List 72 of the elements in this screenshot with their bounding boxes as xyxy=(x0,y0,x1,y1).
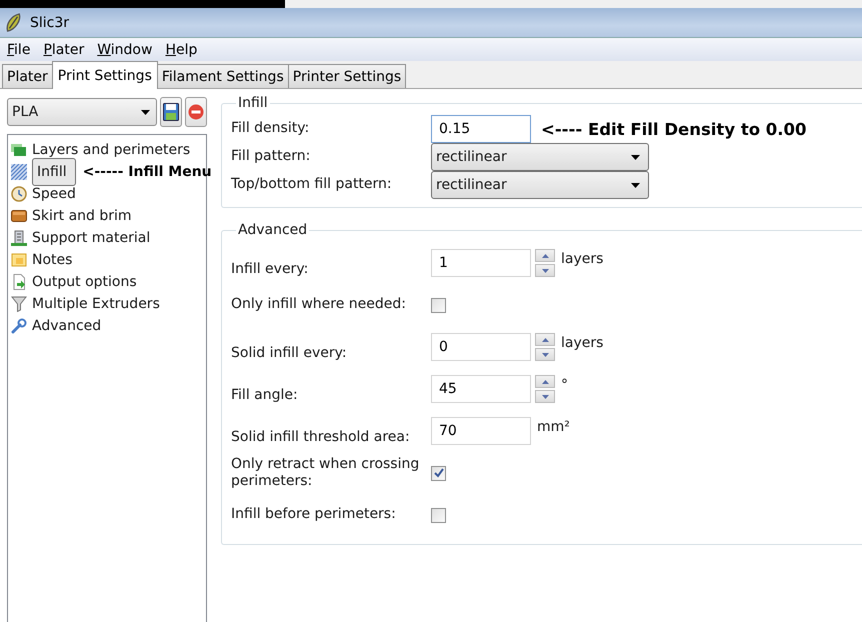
app-logo-icon xyxy=(4,12,22,32)
number-field[interactable]: 0.15 xyxy=(431,115,531,143)
down-triangle-icon xyxy=(542,394,548,398)
pattern-dropdown[interactable]: rectilinear xyxy=(431,171,649,199)
pattern-dropdown[interactable]: rectilinear xyxy=(431,143,649,171)
menu-item[interactable]: File xyxy=(7,42,30,58)
number-field[interactable]: 1 xyxy=(431,249,531,277)
category-item[interactable]: Infill xyxy=(32,158,76,186)
tab[interactable]: Filament Settings xyxy=(156,64,289,88)
field-label: Infill every: xyxy=(231,261,310,279)
save-button[interactable] xyxy=(160,97,182,127)
category-item[interactable]: Advanced xyxy=(32,317,104,335)
category-item[interactable]: Speed xyxy=(32,185,78,203)
funnel-icon xyxy=(11,296,27,312)
building-icon xyxy=(11,230,27,246)
spinner-control[interactable] xyxy=(535,249,555,277)
unit-label: ° xyxy=(561,377,568,393)
menu-item[interactable]: Plater xyxy=(43,42,84,58)
menu-item[interactable]: Window xyxy=(97,42,152,58)
field-label: Fill angle: xyxy=(231,387,299,405)
field-label: Top/bottom fill pattern: xyxy=(231,176,393,194)
delete-button[interactable] xyxy=(185,97,207,127)
up-triangle-icon xyxy=(542,380,548,384)
checkbox[interactable] xyxy=(431,466,446,480)
caret-icon xyxy=(631,182,640,188)
down-triangle-icon xyxy=(542,352,548,356)
number-field[interactable]: 45 xyxy=(431,375,531,403)
category-item[interactable]: Skirt and brim xyxy=(32,207,134,225)
note-icon xyxy=(11,252,27,268)
group-title: Advanced xyxy=(237,222,308,238)
group-title: Infill xyxy=(237,95,269,111)
field-label: Solid infill every: xyxy=(231,345,348,363)
category-item[interactable]: Layers and perimeters xyxy=(32,141,192,159)
field-label: Fill density: xyxy=(231,120,310,138)
field-label: Infill before perimeters: xyxy=(231,506,397,524)
checkbox[interactable] xyxy=(431,298,446,312)
spinner-control[interactable] xyxy=(535,333,555,361)
preset-dropdown[interactable]: PLA xyxy=(7,98,157,126)
up-triangle-icon xyxy=(542,338,548,342)
hatched-square-icon xyxy=(11,164,27,180)
unit-label: mm² xyxy=(537,419,570,435)
number-field[interactable]: 70 xyxy=(431,417,531,445)
window-title: Slic3r xyxy=(30,14,70,30)
category-item[interactable]: Notes xyxy=(32,251,74,269)
number-field[interactable]: 0 xyxy=(431,333,531,361)
box-icon xyxy=(11,208,27,224)
up-triangle-icon xyxy=(542,254,548,258)
field-label: Fill pattern: xyxy=(231,148,312,166)
field-label: Only infill where needed: xyxy=(231,296,407,314)
spinner-control[interactable] xyxy=(535,375,555,403)
clock-icon xyxy=(11,186,27,202)
tab[interactable]: Print Settings xyxy=(52,61,158,89)
field-label: Solid infill threshold area: xyxy=(231,429,411,447)
checkbox[interactable] xyxy=(431,508,446,522)
caret-icon xyxy=(141,110,150,114)
unit-label: layers xyxy=(561,335,604,351)
unit-label: layers xyxy=(561,251,604,267)
tab[interactable]: Printer Settings xyxy=(288,64,406,88)
annotation-text: <---- Edit Fill Density to 0.00 xyxy=(541,120,806,138)
wrench-icon xyxy=(11,318,27,334)
field-label: Only retract when crossing perimeters: xyxy=(231,456,420,490)
down-triangle-icon xyxy=(542,268,548,272)
menu-item[interactable]: Help xyxy=(165,42,198,58)
category-item[interactable]: Multiple Extruders xyxy=(32,295,162,313)
caret-icon xyxy=(631,154,640,160)
minus-circle-icon xyxy=(188,104,204,120)
tab[interactable]: Plater xyxy=(2,64,53,88)
annotation-text: <----- Infill Menu xyxy=(82,164,212,180)
stacked-layers-icon xyxy=(11,142,27,158)
category-item[interactable]: Output options xyxy=(32,273,139,291)
document-arrow-icon xyxy=(11,274,27,290)
category-item[interactable]: Support material xyxy=(32,229,152,247)
